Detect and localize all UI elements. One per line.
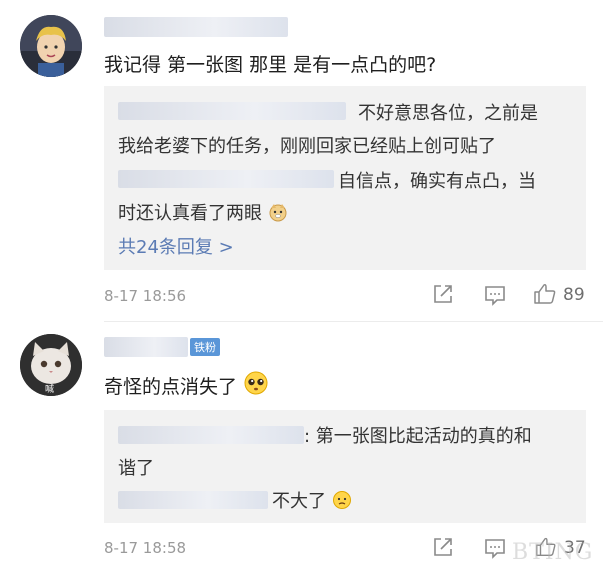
share-button[interactable] — [432, 536, 454, 562]
fan-badge: 铁粉 — [190, 338, 220, 356]
reply-line: 不好意思各位，之前是 — [358, 103, 538, 124]
thumbs-up-icon — [534, 284, 556, 304]
reply-button[interactable] — [484, 537, 506, 563]
comment-icon — [485, 539, 505, 559]
comment-text: 我记得 第一张图 那里 是有一点凸的吧? — [104, 54, 437, 76]
pleading-face-emoji-icon — [243, 370, 269, 401]
sad-face-emoji-icon — [332, 490, 352, 515]
user-avatar-illustration — [20, 15, 82, 77]
reply-line: 自信点，确实有点凸，当 — [338, 171, 536, 192]
reply-line: 不大了 — [272, 487, 352, 515]
like-button[interactable] — [533, 282, 557, 310]
reply-username-blurred[interactable] — [118, 102, 346, 120]
reply-line: : 第一张图比起活动的真的和 — [304, 426, 532, 447]
reply-line-text: 不大了 — [272, 491, 326, 512]
view-replies-link[interactable]: 共24条回复 > — [118, 233, 234, 259]
share-button[interactable] — [432, 283, 454, 309]
comment-text: 奇怪的点消失了 — [104, 370, 269, 401]
avatar-caption: 喊 — [45, 385, 55, 395]
reply-username-blurred[interactable] — [118, 426, 304, 444]
reply-box[interactable]: 不好意思各位，之前是 我给老婆下的任务，刚刚回家已经贴上创可贴了 自信点，确实有… — [104, 86, 586, 270]
reply-button[interactable] — [484, 284, 506, 310]
share-icon — [434, 538, 452, 556]
comment-icon — [485, 286, 505, 306]
reply-username-blurred[interactable] — [118, 170, 334, 188]
share-icon — [434, 285, 452, 303]
reply-line: 谐了 — [118, 458, 154, 479]
reply-username-blurred[interactable] — [118, 491, 268, 509]
username-blurred[interactable] — [104, 17, 288, 37]
comment-time: 8-17 18:56 — [104, 287, 187, 305]
like-count: 89 — [563, 285, 585, 305]
comment-time: 8-17 18:58 — [104, 539, 187, 557]
reply-box[interactable]: : 第一张图比起活动的真的和 谐了 不大了 — [104, 410, 586, 523]
doge-emoji-icon — [268, 202, 288, 227]
divider — [104, 321, 603, 322]
watermark: BTING — [512, 540, 594, 565]
username-blurred[interactable] — [104, 337, 188, 357]
reply-line: 时还认真看了两眼 — [118, 199, 288, 227]
reply-line-text: 时还认真看了两眼 — [118, 203, 262, 224]
avatar[interactable]: 喊 — [20, 334, 82, 396]
comment-text-content: 奇怪的点消失了 — [104, 376, 238, 398]
reply-line: 我给老婆下的任务，刚刚回家已经贴上创可贴了 — [118, 136, 496, 157]
avatar[interactable] — [20, 15, 82, 77]
